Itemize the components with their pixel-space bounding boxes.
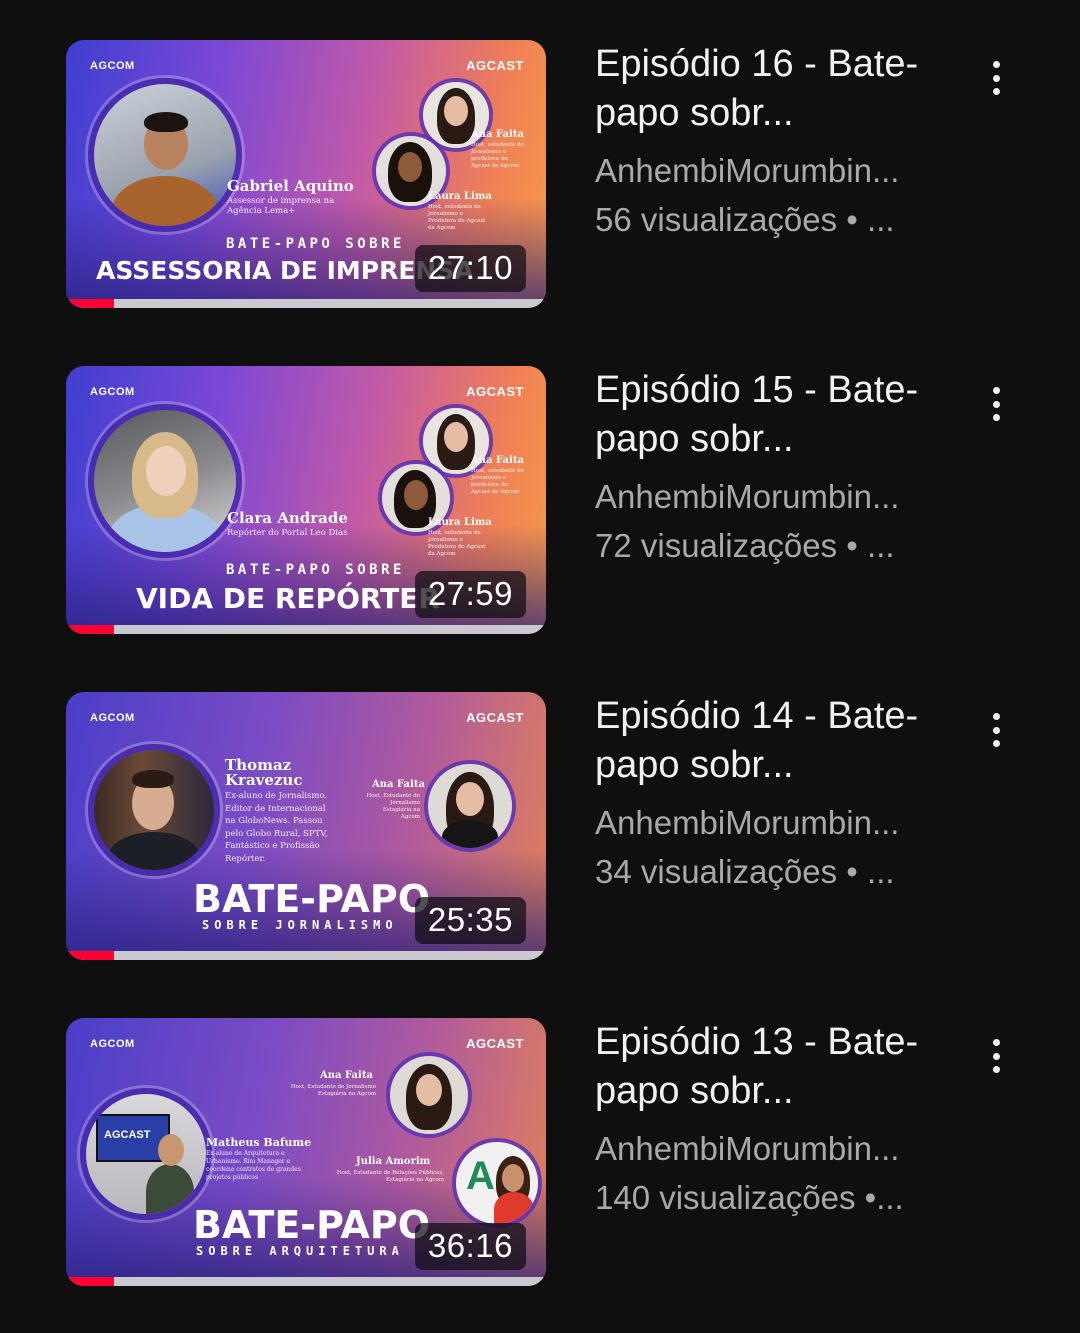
agcom-logo: AGCOM	[90, 1038, 135, 1050]
host-name: Ana Faita	[471, 129, 524, 140]
guest-photo: AGCAST	[80, 1088, 212, 1220]
host-description: Host, estudante de Jornalismo e produtor…	[471, 142, 524, 169]
video-list-item[interactable]: AGCOM AGCAST Gabriel Aquino Assessor de …	[0, 40, 1080, 310]
guest-name: Gabriel Aquino	[227, 177, 354, 195]
host-name: Laura Lima	[428, 191, 492, 202]
guest-description: Assessor de imprensa na Agência Lema+	[227, 196, 335, 216]
host-description: Host, Estudante de Jornalismo Estagiária…	[290, 1084, 376, 1097]
watch-progress-bar	[66, 1277, 546, 1286]
video-title[interactable]: Episódio 15 - Bate-papo sobr...	[595, 366, 955, 464]
video-thumbnail[interactable]: AGCOM AGCAST Gabriel Aquino Assessor de …	[66, 40, 546, 308]
watch-progress-fill	[66, 299, 114, 308]
duration-badge: 27:59	[414, 571, 526, 618]
host-description: Host, estudante de Jornalismo e Produtor…	[428, 530, 486, 557]
host-name: Ana Faita	[471, 455, 524, 466]
thumbnail-subline: SOBRE ARQUITETURA	[196, 1244, 404, 1258]
video-thumbnail[interactable]: AGCOM AGCAST Thomaz Kravezuc Ex-aluno de…	[66, 692, 546, 960]
agcast-logo: AGCAST	[466, 58, 524, 73]
architecture-logo: A	[466, 1154, 495, 1198]
watch-progress-bar	[66, 625, 546, 634]
watch-progress-fill	[66, 625, 114, 634]
video-list-item[interactable]: AGCOM AGCAST Clara Andrade Repórter do P…	[0, 366, 1080, 636]
host-description: Host, estudante de Jornalismo e produtor…	[471, 468, 524, 495]
channel-name[interactable]: AnhembiMorumbin...	[595, 478, 899, 516]
host-description: Host, estudante de Jornalismo e Produtor…	[428, 204, 486, 231]
watch-progress-fill	[66, 951, 114, 960]
view-count: 72 visualizações • ...	[595, 527, 895, 564]
guest-photo	[88, 78, 242, 232]
agcom-logo: AGCOM	[90, 712, 135, 724]
host-photo	[386, 1052, 472, 1138]
vertical-ellipsis-icon[interactable]	[978, 1035, 1014, 1077]
video-title[interactable]: Episódio 14 - Bate-papo sobr...	[595, 692, 955, 790]
guest-photo	[88, 404, 242, 558]
watch-progress-bar	[66, 299, 546, 308]
thumbnail-headline: VIDA DE REPÓRTER	[136, 582, 440, 615]
guest-description: Ex-aluno de Jornalismo. Editor de Intern…	[225, 791, 328, 864]
thumbnail-headline: BATE-PAPO	[193, 1203, 430, 1247]
channel-name[interactable]: AnhembiMorumbin...	[595, 152, 899, 190]
agcast-logo: AGCAST	[466, 710, 524, 725]
host-name: Ana Faita	[320, 1070, 373, 1081]
video-thumbnail[interactable]: AGCOM AGCAST Clara Andrade Repórter do P…	[66, 366, 546, 634]
video-list-item[interactable]: AGCOM AGCAST AGCAST Matheus Bafume Ex-al…	[0, 1018, 1080, 1288]
guest-name: Thomaz Kravezuc	[225, 756, 303, 789]
agcom-logo: AGCOM	[90, 386, 135, 398]
vertical-ellipsis-icon[interactable]	[978, 57, 1014, 99]
host-description: Host, Estudante de Relações Públicas, Es…	[336, 1170, 444, 1183]
guest-photo	[88, 744, 220, 876]
guest-name: Clara Andrade	[227, 509, 348, 527]
agcast-logo: AGCAST	[466, 1036, 524, 1051]
guest-description: Ex-aluno de Arquitetura e Urbanismo. Rim…	[206, 1150, 301, 1181]
duration-badge: 27:10	[414, 245, 526, 292]
host-description: Host, Estudante de Jornalismo Estagiária…	[366, 793, 420, 820]
vertical-ellipsis-icon[interactable]	[978, 709, 1014, 751]
video-title[interactable]: Episódio 13 - Bate-papo sobr...	[595, 1018, 955, 1116]
agcom-logo: AGCOM	[90, 60, 135, 72]
duration-badge: 25:35	[414, 897, 526, 944]
thumbnail-subline: SOBRE JORNALISMO	[202, 918, 398, 932]
view-count: 140 visualizações •...	[595, 1179, 904, 1216]
view-count: 34 visualizações • ...	[595, 853, 895, 890]
vertical-ellipsis-icon[interactable]	[978, 383, 1014, 425]
channel-name[interactable]: AnhembiMorumbin...	[595, 1130, 899, 1168]
view-count: 56 visualizações • ...	[595, 201, 895, 238]
guest-name: Matheus Bafume	[206, 1136, 312, 1149]
video-thumbnail[interactable]: AGCOM AGCAST AGCAST Matheus Bafume Ex-al…	[66, 1018, 546, 1286]
watch-progress-fill	[66, 1277, 114, 1286]
duration-badge: 36:16	[414, 1223, 526, 1270]
thumbnail-kicker: BATE-PAPO SOBRE	[226, 236, 405, 252]
video-title[interactable]: Episódio 16 - Bate-papo sobr...	[595, 40, 955, 138]
guest-description: Repórter do Portal Leo Dias	[227, 528, 348, 538]
host-name: Julia Amorim	[356, 1156, 431, 1167]
watch-progress-bar	[66, 951, 546, 960]
host-name: Laura Lima	[428, 517, 492, 528]
host-photo	[424, 760, 516, 852]
thumbnail-kicker: BATE-PAPO SOBRE	[226, 562, 405, 578]
host-name: Ana Faita	[372, 779, 425, 790]
agcast-logo: AGCAST	[466, 384, 524, 399]
thumbnail-headline: BATE-PAPO	[193, 877, 430, 921]
video-list-item[interactable]: AGCOM AGCAST Thomaz Kravezuc Ex-aluno de…	[0, 692, 1080, 962]
host-photo: A	[452, 1138, 542, 1228]
channel-name[interactable]: AnhembiMorumbin...	[595, 804, 899, 842]
